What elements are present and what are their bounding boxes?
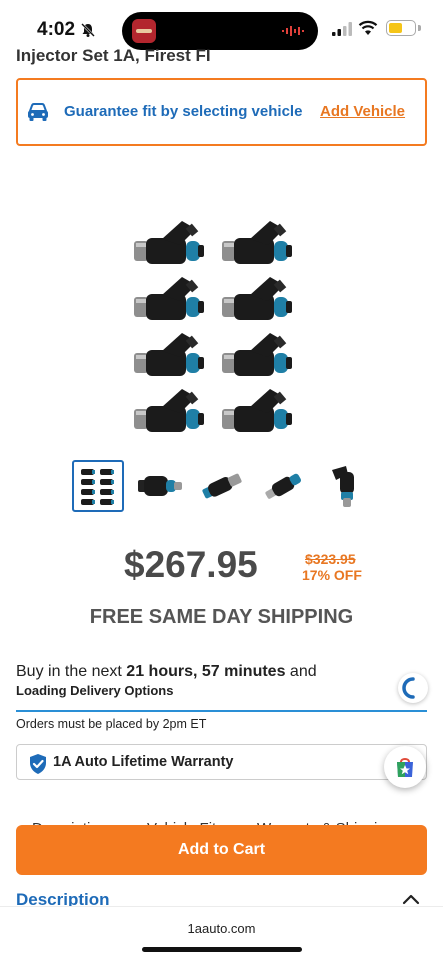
discount-badge: 17% OFF: [302, 567, 362, 583]
thumbnail-3[interactable]: [196, 460, 248, 512]
delivery-countdown: Buy in the next 21 hours, 57 minutes and: [16, 663, 317, 680]
thumbnail-side-image: [138, 476, 182, 496]
url-text[interactable]: 1aauto.com: [0, 921, 443, 936]
car-icon: [28, 103, 48, 121]
shopping-bag-star-icon: [397, 758, 413, 777]
wifi-icon: [358, 20, 378, 35]
home-indicator[interactable]: [142, 947, 302, 952]
battery-icon: [386, 20, 416, 36]
thumbnail-strip: [72, 460, 372, 514]
cellular-signal-icon: [332, 22, 352, 36]
bell-off-icon: [81, 23, 95, 37]
divider: [16, 710, 427, 712]
dynamic-island: [122, 12, 318, 50]
thumbnail-angle-image: [202, 473, 242, 499]
shield-check-icon: [30, 754, 46, 774]
thumbnail-1[interactable]: [72, 460, 124, 512]
product-title-partial: Injector Set 1A, Firest FI: [16, 46, 211, 65]
order-cutoff-note: Orders must be placed by 2pm ET: [16, 717, 207, 731]
add-vehicle-link[interactable]: Add Vehicle: [320, 103, 405, 120]
status-time: 4:02: [37, 19, 76, 40]
chevron-up-icon[interactable]: [402, 893, 420, 905]
add-to-cart-button[interactable]: Add to Cart: [16, 825, 427, 875]
warranty-text: 1A Auto Lifetime Warranty: [53, 754, 234, 770]
app-icon: [132, 19, 156, 43]
guarantee-fit-box: Guarantee fit by selecting vehicle Add V…: [16, 78, 427, 146]
loading-spinner-icon: [398, 673, 428, 703]
audio-wave-icon: [282, 26, 304, 36]
product-image-fuel-injectors[interactable]: [126, 215, 318, 451]
loading-delivery-options: Loading Delivery Options: [16, 683, 174, 698]
countdown-time: 21 hours, 57 minutes: [126, 663, 286, 680]
warranty-box[interactable]: 1A Auto Lifetime Warranty: [16, 744, 427, 780]
guarantee-text: Guarantee fit by selecting vehicle: [64, 103, 303, 120]
thumbnail-set-image: [81, 469, 114, 505]
thumbnail-top-image: [332, 466, 354, 507]
thumbnail-4[interactable]: [258, 460, 310, 512]
thumbnail-tip-image: [265, 473, 301, 499]
free-shipping-headline: FREE SAME DAY SHIPPING: [89, 606, 354, 628]
sale-price: $267.95: [124, 544, 258, 585]
browser-url-bar[interactable]: 1aauto.com: [0, 906, 443, 960]
shopping-assistant-button[interactable]: [384, 746, 426, 788]
thumbnail-2[interactable]: [134, 460, 186, 512]
original-price: $323.95: [305, 551, 356, 567]
thumbnail-5[interactable]: [320, 460, 372, 512]
